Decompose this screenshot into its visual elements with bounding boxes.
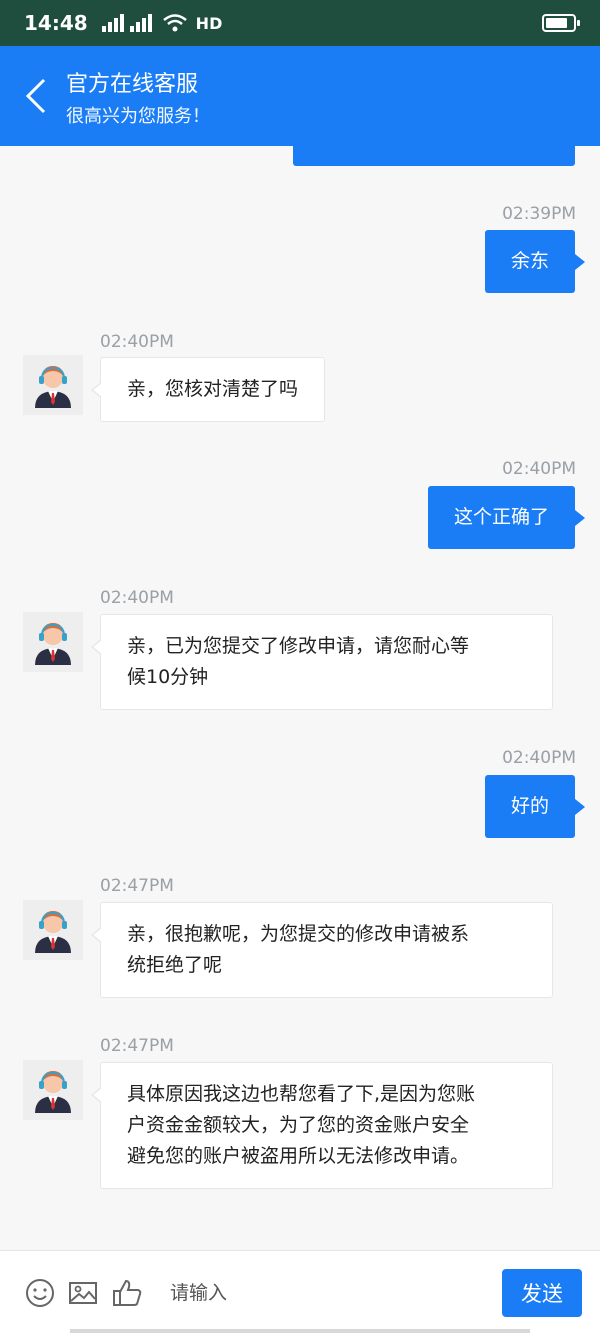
message-timestamp: 02:40PM [100,588,174,608]
message-timestamp: 02:39PM [502,204,576,224]
message-timestamp: 02:40PM [100,332,174,352]
message-timestamp: 02:40PM [502,459,576,479]
outgoing-message[interactable]: 好的 [484,775,586,838]
agent-avatar [23,1060,83,1120]
agent-avatar [23,900,83,960]
outgoing-message[interactable]: 余东 [484,230,586,293]
thumbs-up-icon[interactable] [111,1277,143,1309]
signal-icon [101,14,124,32]
message-input[interactable] [160,1267,490,1319]
message-timestamp: 02:47PM [100,1036,174,1056]
battery-icon [542,14,580,32]
agent-avatar-icon [35,911,71,953]
input-bar: 发送 [0,1250,600,1333]
message-line: 户资金金额较大，为了您的资金账户安全 [127,1114,470,1136]
message-text: 亲，您核对清楚了吗 [127,378,299,400]
header-title: 官方在线客服 [66,72,199,97]
chat-area[interactable]: 02:39PM 余东 02:40PM 亲，您核对清楚了吗 02:40PM 这个正… [0,146,600,1250]
network-type: HD [195,13,223,33]
incoming-message[interactable]: 亲，您核对清楚了吗 [90,357,326,422]
message-line: 具体原因我这边也帮您看了下,是因为您账 [127,1083,476,1105]
header-subtitle: 很高兴为您服务！ [66,106,210,127]
message-line: 统拒绝了呢 [127,954,223,976]
status-bar: 14:48 HD [0,0,600,46]
message-line: 候10分钟 [127,666,209,688]
message-timestamp: 02:40PM [502,748,576,768]
emoji-icon[interactable] [24,1277,56,1309]
image-icon[interactable] [67,1277,99,1309]
clock: 14:48 [24,11,88,35]
message-line: 避免您的账户被盗用所以无法修改申请。 [127,1145,470,1167]
agent-avatar-icon [35,623,71,665]
bottom-strip [70,1329,530,1333]
back-arrow-icon[interactable] [22,76,52,116]
incoming-message[interactable]: 亲，很抱歉呢，为您提交的修改申请被系 统拒绝了呢 [91,902,553,998]
agent-avatar-icon [35,1071,71,1113]
signal-icon [129,14,152,32]
incoming-message[interactable]: 具体原因我这边也帮您看了下,是因为您账 户资金金额较大，为了您的资金账户安全 避… [91,1062,553,1189]
outgoing-message[interactable]: 这个正确了 [427,486,586,549]
message-line: 亲，很抱歉呢，为您提交的修改申请被系 [127,923,470,945]
message-timestamp: 02:47PM [100,876,174,896]
send-button[interactable]: 发送 [502,1269,582,1317]
incoming-message[interactable]: 亲，已为您提交了修改申请，请您耐心等 候10分钟 [91,614,553,710]
partial-message-bubble [293,146,575,166]
message-line: 亲，已为您提交了修改申请，请您耐心等 [127,635,470,657]
agent-avatar-icon [35,366,71,408]
chat-header: 官方在线客服 很高兴为您服务！ [0,46,600,146]
agent-avatar [23,612,83,672]
agent-avatar [23,355,83,415]
wifi-icon [162,14,187,32]
